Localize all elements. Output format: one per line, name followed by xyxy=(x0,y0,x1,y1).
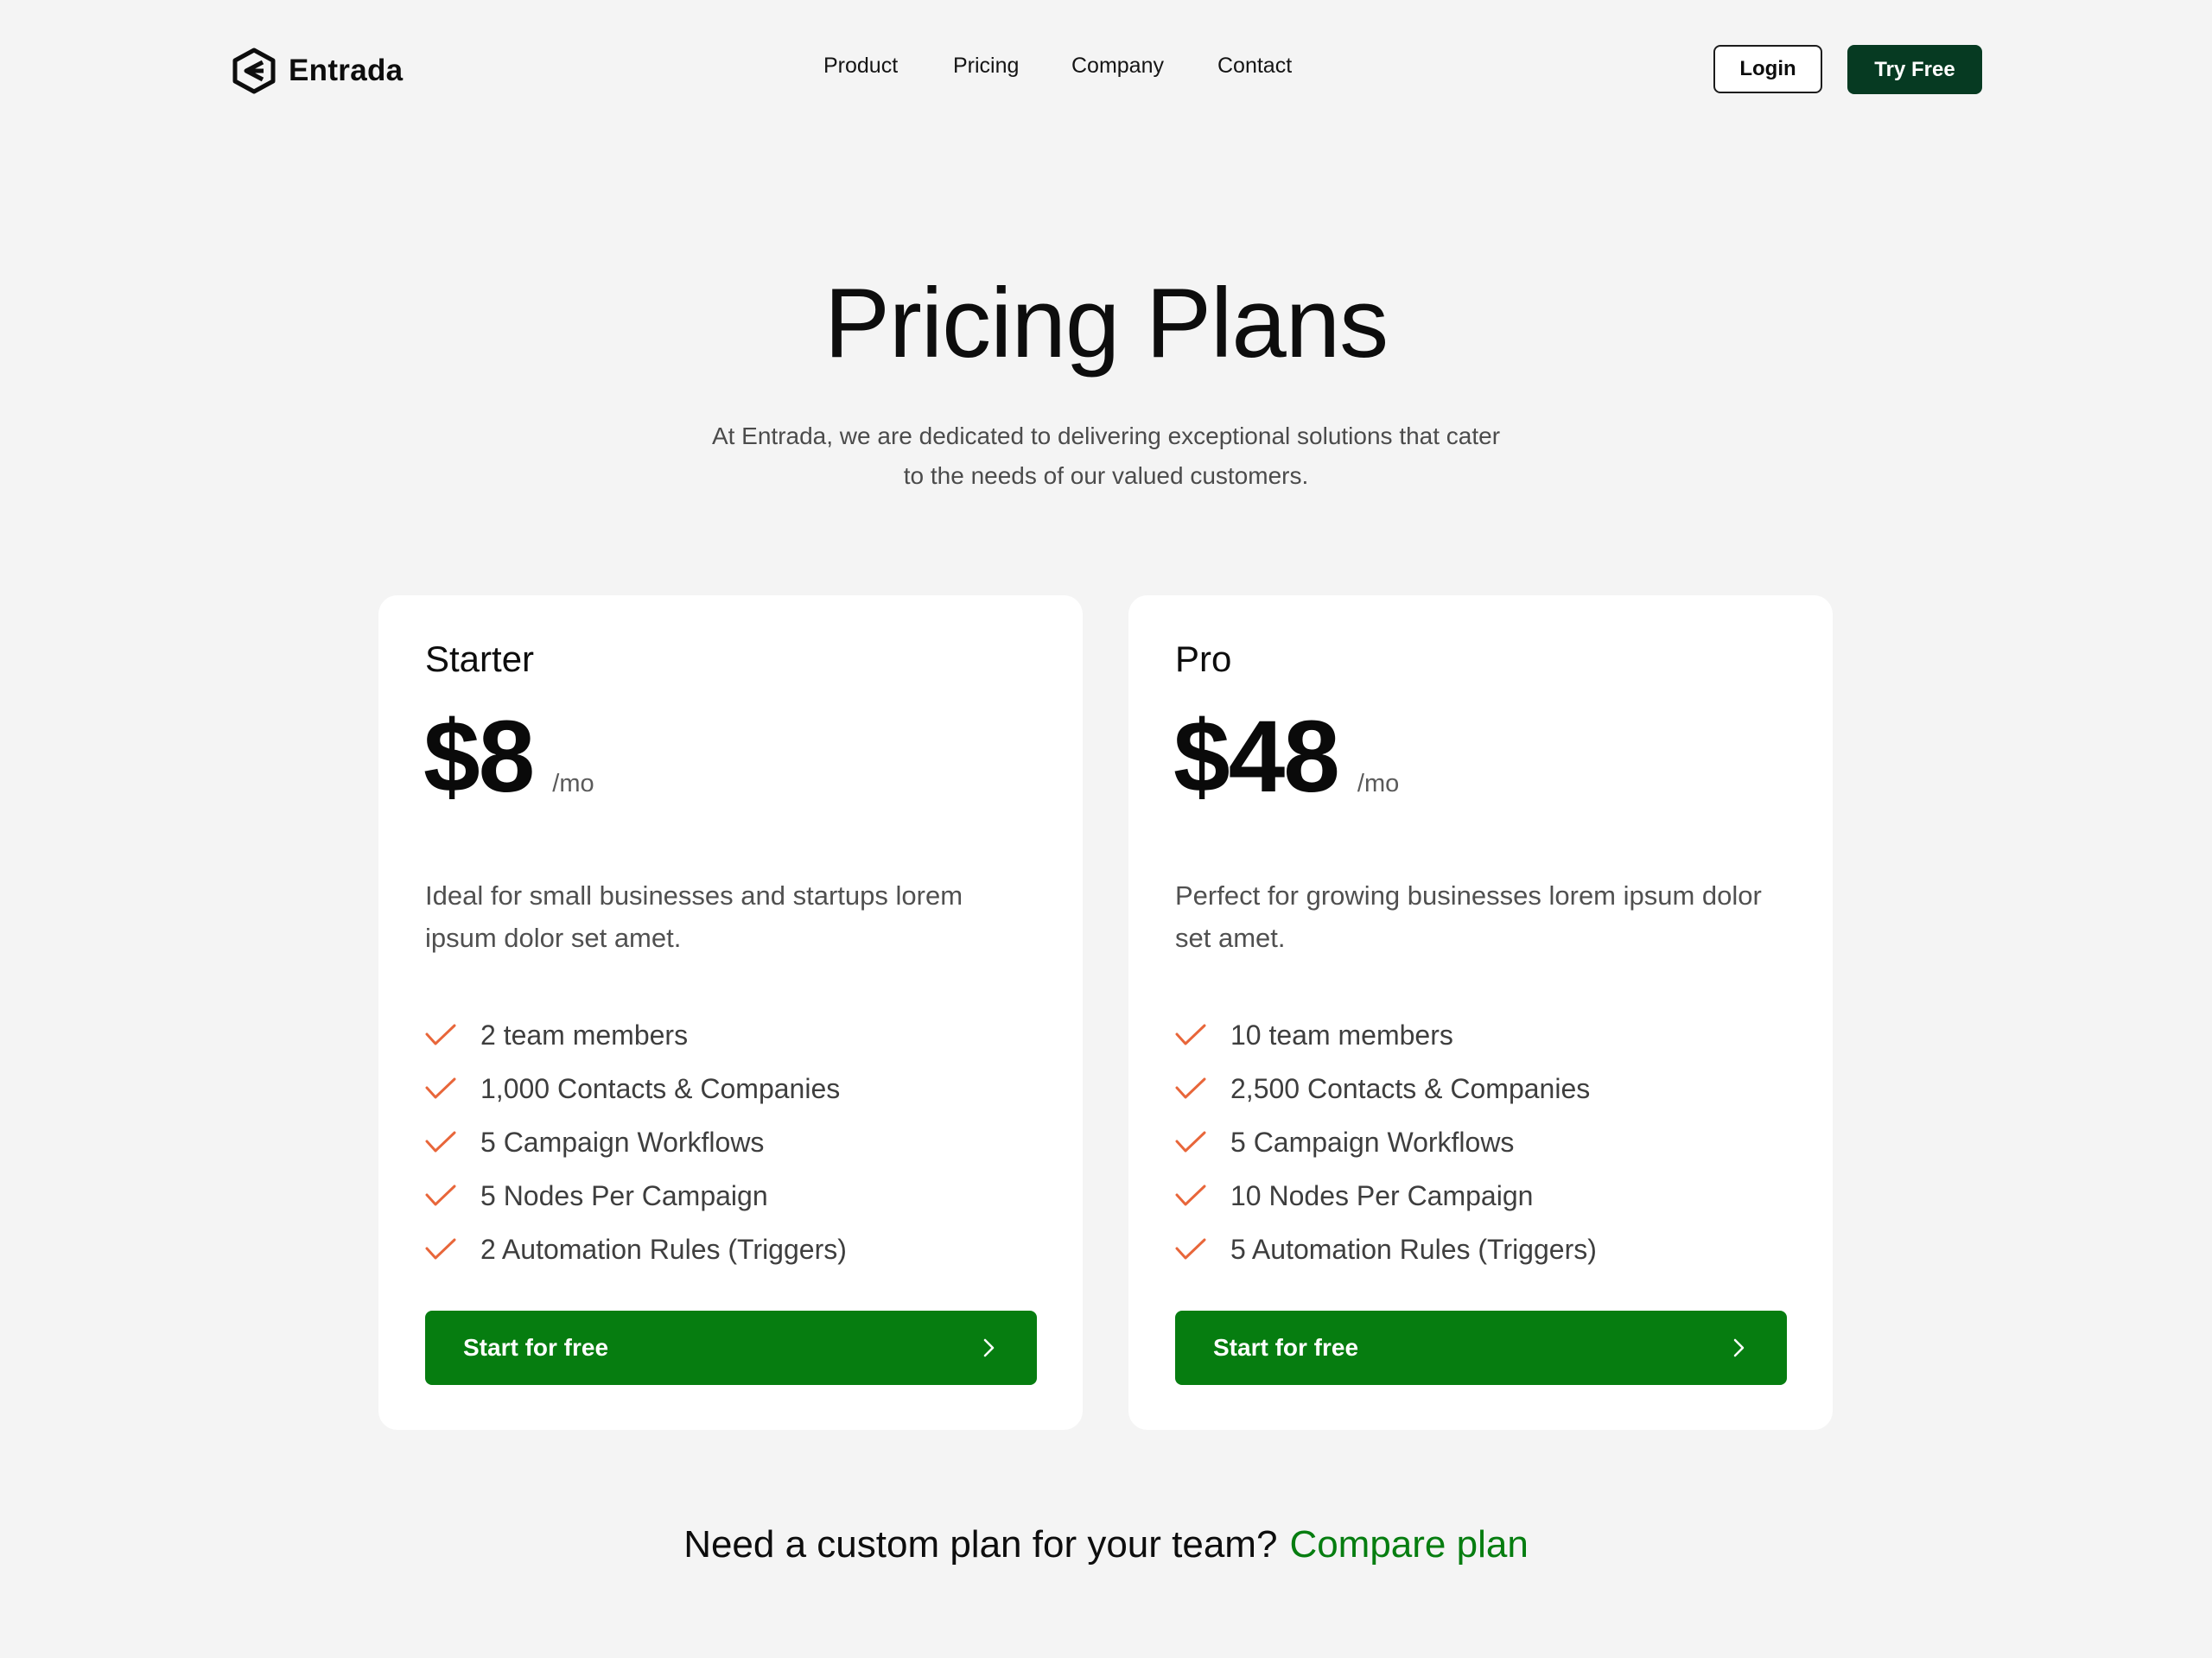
feature-label: 5 Campaign Workflows xyxy=(480,1126,765,1158)
feature-label: 5 Automation Rules (Triggers) xyxy=(1230,1233,1597,1265)
start-for-free-button[interactable]: Start for free xyxy=(425,1311,1037,1385)
cta-label: Start for free xyxy=(1213,1334,1359,1361)
plan-price: $8 xyxy=(423,700,535,814)
page-title: Pricing Plans xyxy=(823,269,1389,378)
check-icon xyxy=(1175,1223,1206,1276)
nav-item-company[interactable]: Company xyxy=(1071,54,1164,79)
nav-item-pricing[interactable]: Pricing xyxy=(953,54,1019,79)
check-icon xyxy=(425,1115,456,1169)
chevron-right-icon xyxy=(1728,1337,1749,1358)
feature-item: 5 Automation Rules (Triggers) xyxy=(1175,1223,1597,1276)
plan-period: /mo xyxy=(1357,770,1400,797)
custom-plan-prompt: Need a custom plan for your team? Compare… xyxy=(0,1523,2212,1566)
login-button[interactable]: Login xyxy=(1713,45,1822,93)
site-header: Entrada Product Pricing Company Contact … xyxy=(0,0,2212,140)
plan-description: Perfect for growing businesses lorem ips… xyxy=(1175,880,1762,953)
check-icon xyxy=(425,1062,456,1115)
feature-item: 2 Automation Rules (Triggers) xyxy=(425,1223,847,1276)
nav-item-product[interactable]: Product xyxy=(823,54,898,79)
custom-plan-question: Need a custom plan for your team? xyxy=(683,1523,1278,1566)
check-icon xyxy=(1175,1169,1206,1223)
plan-period: /mo xyxy=(552,770,594,797)
feature-list: 10 team members 2,500 Contacts & Compani… xyxy=(1175,1008,1597,1276)
check-icon xyxy=(1175,1008,1206,1062)
feature-label: 1,000 Contacts & Companies xyxy=(480,1072,841,1104)
feature-item: 2 team members xyxy=(425,1008,847,1062)
feature-item: 2,500 Contacts & Companies xyxy=(1175,1062,1597,1115)
plan-name: Starter xyxy=(425,638,535,679)
feature-label: 2 Automation Rules (Triggers) xyxy=(480,1233,847,1265)
subtitle-line-2: to the needs of our valued customers. xyxy=(903,462,1309,489)
feature-label: 2 team members xyxy=(480,1019,689,1051)
check-icon xyxy=(425,1008,456,1062)
feature-item: 5 Nodes Per Campaign xyxy=(425,1169,847,1223)
feature-label: 2,500 Contacts & Companies xyxy=(1230,1072,1591,1104)
pricing-card-pro: Pro $48 /mo Perfect for growing business… xyxy=(1128,595,1833,1430)
feature-item: 10 team members xyxy=(1175,1008,1597,1062)
check-icon xyxy=(1175,1062,1206,1115)
price-row: $48 /mo xyxy=(1173,706,1399,808)
feature-item: 10 Nodes Per Campaign xyxy=(1175,1169,1597,1223)
check-icon xyxy=(1175,1115,1206,1169)
feature-item: 1,000 Contacts & Companies xyxy=(425,1062,847,1115)
page-subtitle: At Entrada, we are dedicated to deliveri… xyxy=(0,416,2212,496)
feature-label: 5 Campaign Workflows xyxy=(1230,1126,1515,1158)
feature-item: 5 Campaign Workflows xyxy=(1175,1115,1597,1169)
check-icon xyxy=(425,1169,456,1223)
plan-price: $48 xyxy=(1173,700,1340,814)
price-row: $8 /mo xyxy=(423,706,594,808)
feature-list: 2 team members 1,000 Contacts & Companie… xyxy=(425,1008,847,1276)
plan-name: Pro xyxy=(1175,638,1232,679)
feature-label: 10 team members xyxy=(1230,1019,1453,1051)
check-icon xyxy=(425,1223,456,1276)
subtitle-line-1: At Entrada, we are dedicated to deliveri… xyxy=(711,422,1501,449)
try-free-button[interactable]: Try Free xyxy=(1847,45,1982,94)
pricing-card-starter: Starter $8 /mo Ideal for small businesse… xyxy=(378,595,1083,1430)
start-for-free-button[interactable]: Start for free xyxy=(1175,1311,1787,1385)
plan-description: Ideal for small businesses and startups … xyxy=(425,880,963,953)
chevron-right-icon xyxy=(978,1337,999,1358)
nav-item-contact[interactable]: Contact xyxy=(1217,54,1292,79)
feature-label: 10 Nodes Per Campaign xyxy=(1230,1179,1534,1211)
cta-label: Start for free xyxy=(463,1334,609,1361)
feature-item: 5 Campaign Workflows xyxy=(425,1115,847,1169)
compare-plan-link[interactable]: Compare plan xyxy=(1289,1523,1528,1566)
feature-label: 5 Nodes Per Campaign xyxy=(480,1179,768,1211)
